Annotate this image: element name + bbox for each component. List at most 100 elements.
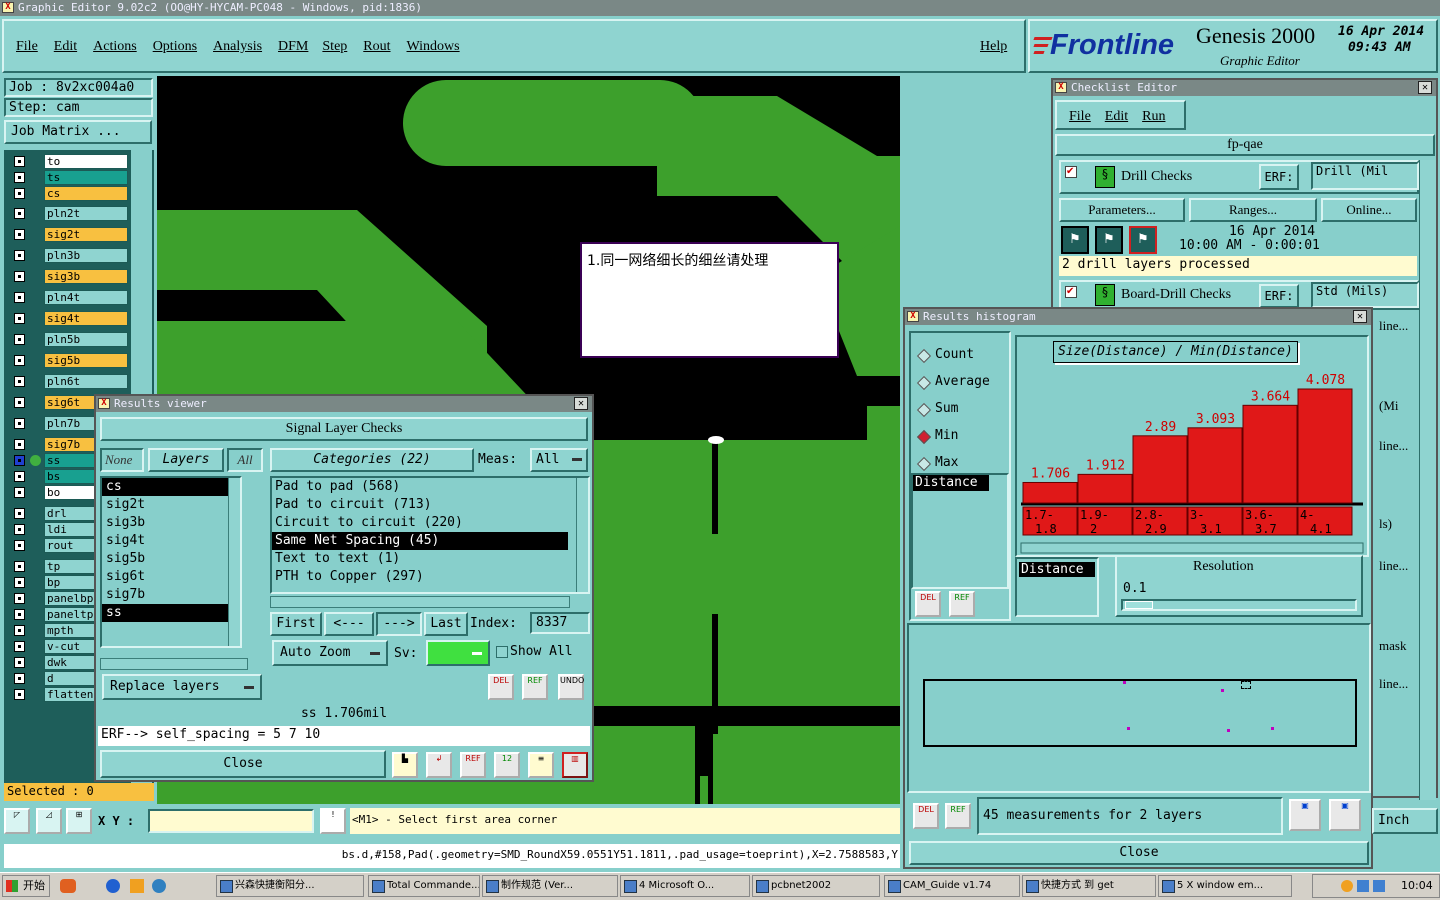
measure-icon[interactable]: ◿ <box>36 808 62 834</box>
layer-list-hscroll[interactable] <box>100 658 248 670</box>
layer-row-sig2t[interactable]: sig2t <box>12 227 128 242</box>
last-button[interactable]: Last <box>424 612 468 636</box>
menu-item-options[interactable]: Options <box>153 39 197 54</box>
layer-row-to[interactable]: to <box>12 154 128 169</box>
category-list[interactable]: Pad to pad (568) Pad to circuit (713) Circ… <box>270 476 590 594</box>
layer-icon[interactable]: ▙ <box>392 752 418 778</box>
xy-input[interactable] <box>148 809 314 833</box>
checked-icon[interactable]: ✔ <box>1065 166 1077 178</box>
results-close-button[interactable]: Close <box>100 750 386 778</box>
layer-row-sig3b[interactable]: sig3b <box>12 269 128 284</box>
layer-checkbox[interactable] <box>14 334 25 345</box>
layer-checkbox[interactable] <box>14 508 25 519</box>
menu-item-step[interactable]: Step <box>322 39 347 54</box>
layer-result-list[interactable]: cs sig2t sig3b sig4t sig5b sig6t sig7b ss <box>100 476 242 648</box>
taskbar-item[interactable]: pcbnet2002 <box>752 875 880 897</box>
checklist-side-label[interactable]: line... <box>1379 558 1408 574</box>
next-button[interactable]: ---> <box>376 612 422 636</box>
undo-icon[interactable]: UNDO <box>558 674 584 700</box>
ie-icon[interactable] <box>106 879 120 893</box>
ref-icon[interactable]: REF <box>945 803 971 829</box>
layer-row-sig4t[interactable]: sig4t <box>12 311 128 326</box>
checklist-side-label[interactable]: ls) <box>1379 516 1392 532</box>
layer-list-scrollbar[interactable] <box>228 478 240 646</box>
category-item[interactable]: Text to text (1) <box>272 550 568 568</box>
checklist-menu-file[interactable]: File <box>1069 109 1091 124</box>
menu-help[interactable]: Help <box>980 39 1007 55</box>
export-icon[interactable]: ↲ <box>426 752 452 778</box>
checklist-side-label[interactable]: line... <box>1379 318 1408 334</box>
layer-checkbox[interactable] <box>14 156 25 167</box>
menu-item-file[interactable]: File <box>16 39 38 54</box>
taskbar-item[interactable]: 快捷方式 到 get <box>1022 875 1156 897</box>
layer-checkbox[interactable] <box>14 625 25 636</box>
menu-item-dfm[interactable]: DFM <box>278 39 308 54</box>
job-matrix-button[interactable]: Job Matrix ... <box>4 120 152 144</box>
board-erf-value[interactable]: Std (Mils) <box>1311 282 1419 308</box>
layer-checkbox[interactable] <box>14 673 25 684</box>
layer-checkbox[interactable] <box>14 188 25 199</box>
run-icon[interactable]: ⚑ <box>1061 226 1089 254</box>
category-item[interactable]: Pad to circuit (713) <box>272 496 568 514</box>
select-icon[interactable]: ◸ <box>4 808 30 834</box>
checked-icon[interactable]: ✔ <box>1065 286 1077 298</box>
category-item[interactable]: Same Net Spacing (45) <box>272 532 568 550</box>
close-icon[interactable]: ✕ <box>1418 81 1432 94</box>
layer-row-ts[interactable]: ts <box>12 170 128 185</box>
layer-checkbox[interactable] <box>14 208 25 219</box>
layer-checkbox[interactable] <box>14 524 25 535</box>
layer-checkbox[interactable] <box>14 313 25 324</box>
category-item[interactable]: Pad to pad (568) <box>272 478 568 496</box>
categories-tab[interactable]: Categories (22) <box>270 448 474 472</box>
chart-hscroll[interactable] <box>1020 542 1364 554</box>
app-icon[interactable] <box>60 879 76 893</box>
app-icon[interactable] <box>130 879 144 893</box>
layer-row-sig5b[interactable]: sig5b <box>12 353 128 368</box>
start-button[interactable]: 开始 <box>2 875 50 897</box>
layer-checkbox[interactable] <box>14 439 25 450</box>
histogram-bar[interactable] <box>1187 427 1243 504</box>
online-button[interactable]: Online... <box>1321 198 1417 222</box>
none-button[interactable]: None <box>100 448 144 472</box>
checklist-scrollbar[interactable] <box>1419 160 1436 800</box>
snap-icon[interactable]: ⊞ <box>66 808 92 834</box>
del-icon[interactable]: DEL <box>488 674 514 700</box>
layer-result-item[interactable]: sig2t <box>102 496 240 514</box>
menu-item-actions[interactable]: Actions <box>93 39 137 54</box>
category-scrollbar[interactable] <box>576 478 588 592</box>
close-icon[interactable]: ✕ <box>574 397 588 410</box>
parameters-button[interactable]: Parameters... <box>1059 198 1185 222</box>
layer-checkbox[interactable] <box>14 292 25 303</box>
layer-row-cs[interactable]: cs <box>12 186 128 201</box>
layers-tab[interactable]: Layers <box>148 448 224 472</box>
histogram-bar[interactable] <box>1242 404 1298 504</box>
taskbar-item[interactable]: 制作规范 (Ver... <box>482 875 618 897</box>
layer-checkbox[interactable] <box>14 271 25 282</box>
menu-item-rout[interactable]: Rout <box>363 39 390 54</box>
layer-checkbox[interactable] <box>14 561 25 572</box>
first-button[interactable]: First <box>270 612 322 636</box>
taskbar-item[interactable]: 5 X window em... <box>1158 875 1292 897</box>
stop-icon[interactable]: ⚑ <box>1129 226 1157 254</box>
layer-row-pln6t[interactable]: pln6t <box>12 374 128 389</box>
app-icon[interactable] <box>152 879 166 893</box>
attr-list[interactable] <box>911 473 1009 589</box>
checklist-side-label[interactable]: line... <box>1379 676 1408 692</box>
histogram-bar[interactable] <box>1297 388 1353 504</box>
taskbar-item[interactable]: 4 Microsoft O... <box>620 875 750 897</box>
layer-row-pln5b[interactable]: pln5b <box>12 332 128 347</box>
taskbar-item[interactable]: CAM_Guide v1.74 <box>884 875 1020 897</box>
list-icon[interactable]: 12 <box>494 752 520 778</box>
histogram-bar[interactable] <box>1022 481 1078 504</box>
zoom-fit-icon[interactable]: ▣ <box>1329 799 1361 831</box>
prev-button[interactable]: <--- <box>324 612 374 636</box>
taskbar-item[interactable]: Total Commande... <box>368 875 480 897</box>
close-icon[interactable]: ✕ <box>1353 310 1367 323</box>
drill-erf-value[interactable]: Drill (Mil <box>1311 162 1419 190</box>
units-toggle[interactable]: Inch <box>1372 808 1438 834</box>
checklist-side-label[interactable]: line... <box>1379 438 1408 454</box>
layer-result-item[interactable]: ss <box>102 604 240 622</box>
all-layers-button[interactable]: All <box>227 448 263 472</box>
index-input[interactable]: 8337 <box>530 612 590 634</box>
layer-result-item[interactable]: sig6t <box>102 568 240 586</box>
